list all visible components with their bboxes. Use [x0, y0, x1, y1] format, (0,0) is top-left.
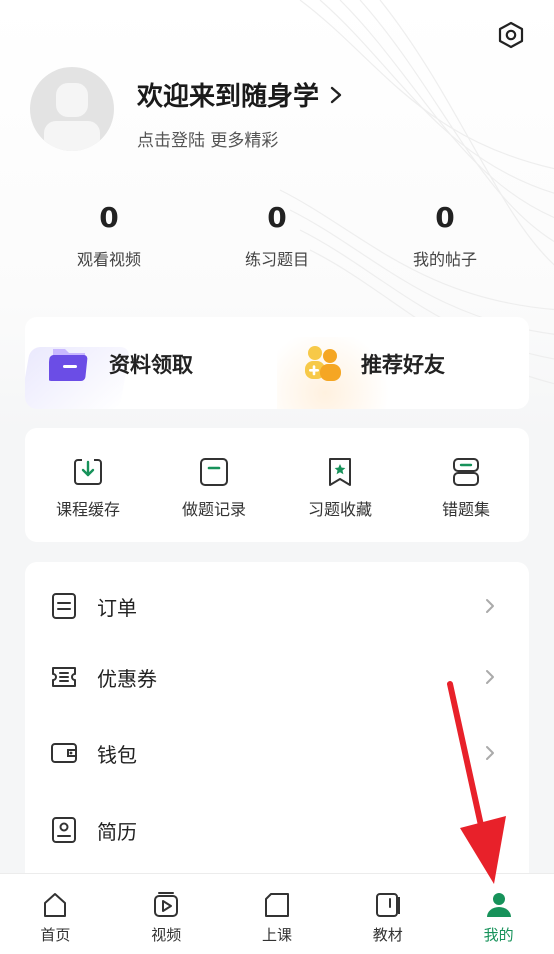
menu-item-wallet[interactable]: 钱包 [25, 723, 529, 783]
book-icon [375, 893, 400, 917]
bottom-tab-bar: 首页 视频 上课 教材 我的 [0, 873, 554, 954]
tab-class[interactable]: 上课 [222, 874, 333, 954]
tab-label: 我的 [483, 926, 514, 944]
stat-value: 0 [267, 201, 287, 234]
material-button[interactable]: 资料领取 [25, 317, 277, 409]
menu-card: 订单 优惠券 钱包 简历 [25, 562, 529, 892]
folder-icon [49, 349, 88, 381]
menu-label: 订单 [97, 595, 137, 620]
friends-label: 推荐好友 [361, 353, 445, 377]
wrong-questions-button[interactable]: 错题集 [403, 428, 529, 542]
wallet-icon [51, 743, 77, 763]
chevron-right-icon [486, 599, 494, 613]
stat-videos[interactable]: 0 观看视频 [25, 200, 193, 270]
quick-label: 错题集 [441, 500, 490, 519]
chevron-right-icon [330, 86, 342, 103]
stat-posts[interactable]: 0 我的帖子 [361, 200, 529, 270]
tab-label: 上课 [261, 926, 292, 944]
menu-item-coupons[interactable]: 优惠券 [25, 647, 529, 707]
order-icon [52, 593, 76, 619]
stat-value: 0 [435, 201, 455, 234]
tab-textbook[interactable]: 教材 [332, 874, 443, 954]
recommend-friends-button[interactable]: 推荐好友 [277, 317, 529, 409]
download-icon [74, 459, 102, 485]
tab-video[interactable]: 视频 [111, 874, 222, 954]
settings-hexagon-icon [498, 21, 524, 49]
tab-label: 首页 [40, 926, 71, 944]
settings-button[interactable] [496, 20, 526, 50]
tab-label: 教材 [372, 926, 403, 944]
promo-card: 资料领取 推荐好友 [25, 317, 529, 409]
default-avatar-icon [44, 83, 100, 151]
quick-label: 习题收藏 [307, 500, 372, 519]
material-label: 资料领取 [109, 353, 193, 377]
stat-label: 我的帖子 [412, 250, 477, 269]
tab-mine[interactable]: 我的 [443, 874, 554, 954]
course-cache-button[interactable]: 课程缓存 [25, 428, 151, 542]
menu-label: 钱包 [97, 742, 137, 767]
video-icon [154, 892, 179, 917]
exercise-favorites-button[interactable]: 习题收藏 [277, 428, 403, 542]
wrong-set-icon [453, 458, 479, 486]
menu-label: 简历 [97, 819, 137, 844]
exercise-record-button[interactable]: 做题记录 [151, 428, 277, 542]
tab-home[interactable]: 首页 [0, 874, 111, 954]
profile-icon [486, 893, 511, 917]
coupon-icon [52, 667, 76, 687]
quick-label: 做题记录 [181, 500, 246, 519]
stat-exercises[interactable]: 0 练习题目 [193, 200, 361, 270]
resume-icon [52, 817, 76, 843]
stat-value: 0 [99, 201, 119, 234]
friends-icon [305, 346, 341, 381]
chevron-right-icon [486, 746, 494, 760]
class-icon [264, 893, 289, 917]
menu-item-resume[interactable]: 简历 [25, 800, 529, 860]
home-icon [44, 893, 67, 917]
stats-row: 0 观看视频 0 练习题目 0 我的帖子 [25, 200, 529, 270]
avatar[interactable] [30, 67, 114, 151]
stat-label: 练习题目 [244, 250, 309, 269]
record-icon [200, 458, 228, 486]
tab-label: 视频 [151, 926, 182, 944]
stat-label: 观看视频 [76, 250, 141, 269]
menu-label: 优惠券 [97, 666, 157, 691]
bookmark-star-icon [329, 458, 351, 486]
login-subtitle[interactable]: 点击登陆 更多精彩 [137, 126, 278, 151]
menu-item-orders[interactable]: 订单 [25, 576, 529, 636]
quick-actions-card: 课程缓存 做题记录 习题收藏 错题集 [25, 428, 529, 542]
login-title-link[interactable]: 欢迎来到随身学 [137, 76, 343, 113]
welcome-title: 欢迎来到随身学 [137, 82, 320, 112]
quick-label: 课程缓存 [55, 500, 120, 519]
chevron-right-icon [486, 670, 494, 684]
